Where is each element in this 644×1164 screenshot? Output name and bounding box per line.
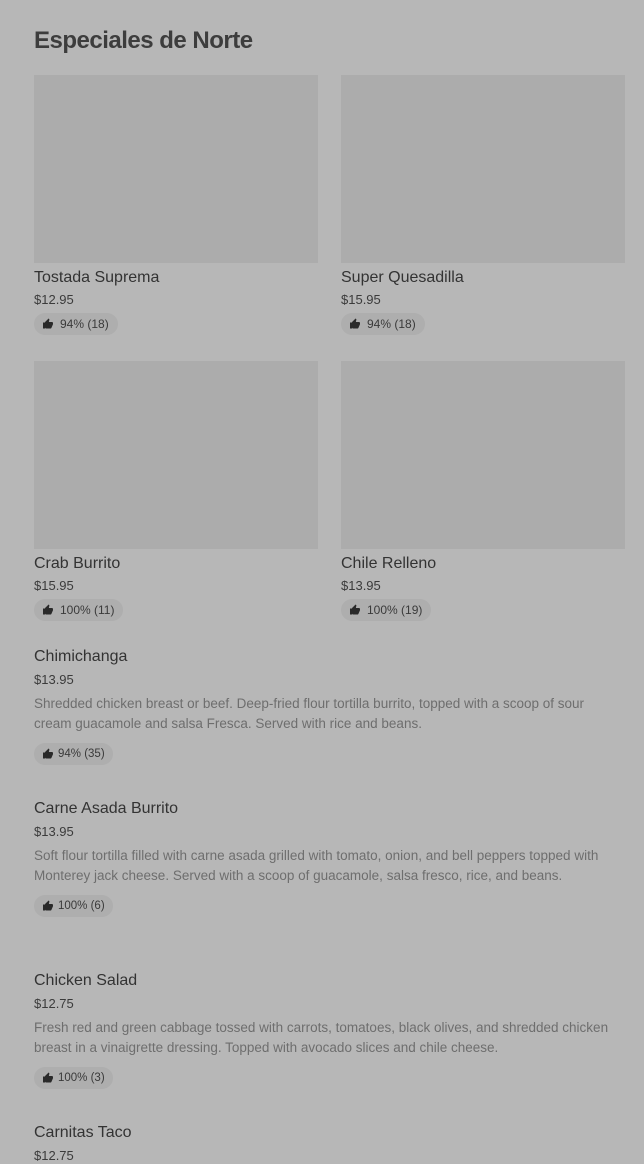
menu-card[interactable]: Chile Relleno $13.95 100% (19) <box>341 361 625 621</box>
rating-text: 100% (19) <box>367 603 423 617</box>
thumbs-up-icon <box>43 1072 53 1083</box>
item-image[interactable] <box>34 75 318 263</box>
rating-badge: 100% (19) <box>341 599 432 621</box>
thumbs-up-icon <box>350 604 360 615</box>
item-price: $12.75 <box>34 1148 74 1163</box>
menu-list-item[interactable]: Carne Asada Burrito $13.95 Soft flour to… <box>34 799 624 917</box>
section-title: Especiales de Norte <box>34 27 253 54</box>
item-image[interactable] <box>341 75 625 263</box>
menu-list-item[interactable]: Chicken Salad $12.75 Fresh red and green… <box>34 971 624 1089</box>
rating-text: 94% (18) <box>367 317 416 331</box>
item-price: $13.95 <box>34 824 74 839</box>
item-image[interactable] <box>34 361 318 549</box>
rating-text: 100% (11) <box>60 603 115 617</box>
item-price: $13.95 <box>34 672 74 687</box>
item-name: Carne Asada Burrito <box>34 800 179 817</box>
rating-badge: 100% (6) <box>34 895 113 917</box>
item-name: Crab Burrito <box>34 555 121 572</box>
item-price: $12.95 <box>34 292 74 307</box>
rating-text: 100% (6) <box>58 900 105 912</box>
rating-badge: 100% (11) <box>34 599 124 621</box>
item-image[interactable] <box>341 361 625 549</box>
item-name: Carnitas Taco <box>34 1124 132 1141</box>
rating-text: 94% (18) <box>60 317 109 331</box>
item-name: Chile Relleno <box>341 555 437 572</box>
menu-list-item[interactable]: Chimichanga $13.95 Shredded chicken brea… <box>34 647 624 765</box>
rating-text: 100% (3) <box>58 1072 105 1084</box>
menu-card[interactable]: Tostada Suprema $12.95 94% (18) <box>34 75 318 335</box>
item-name: Super Quesadilla <box>341 269 464 286</box>
rating-text: 94% (35) <box>58 748 105 760</box>
thumbs-up-icon <box>43 900 53 911</box>
item-description: Soft flour tortilla filled with carne as… <box>34 848 599 883</box>
item-name: Chimichanga <box>34 648 128 665</box>
thumbs-up-icon <box>43 318 53 329</box>
item-description: Fresh red and green cabbage tossed with … <box>34 1020 609 1055</box>
item-price: $13.95 <box>341 578 381 593</box>
item-description: Shredded chicken breast or beef. Deep-fr… <box>34 696 585 731</box>
rating-badge: 100% (3) <box>34 1067 113 1089</box>
menu-card[interactable]: Super Quesadilla $15.95 94% (18) <box>341 75 625 335</box>
item-price: $12.75 <box>34 996 74 1011</box>
menu-list-item[interactable]: Carnitas Taco $12.75 <box>34 1123 624 1164</box>
rating-badge: 94% (18) <box>34 313 118 335</box>
item-name: Chicken Salad <box>34 972 138 989</box>
item-price: $15.95 <box>34 578 74 593</box>
thumbs-up-icon <box>350 318 360 329</box>
rating-badge: 94% (18) <box>341 313 425 335</box>
item-name: Tostada Suprema <box>34 269 160 286</box>
item-price: $15.95 <box>341 292 381 307</box>
menu-card[interactable]: Crab Burrito $15.95 100% (11) <box>34 361 318 621</box>
rating-badge: 94% (35) <box>34 743 113 765</box>
thumbs-up-icon <box>43 604 53 615</box>
thumbs-up-icon <box>43 748 53 759</box>
